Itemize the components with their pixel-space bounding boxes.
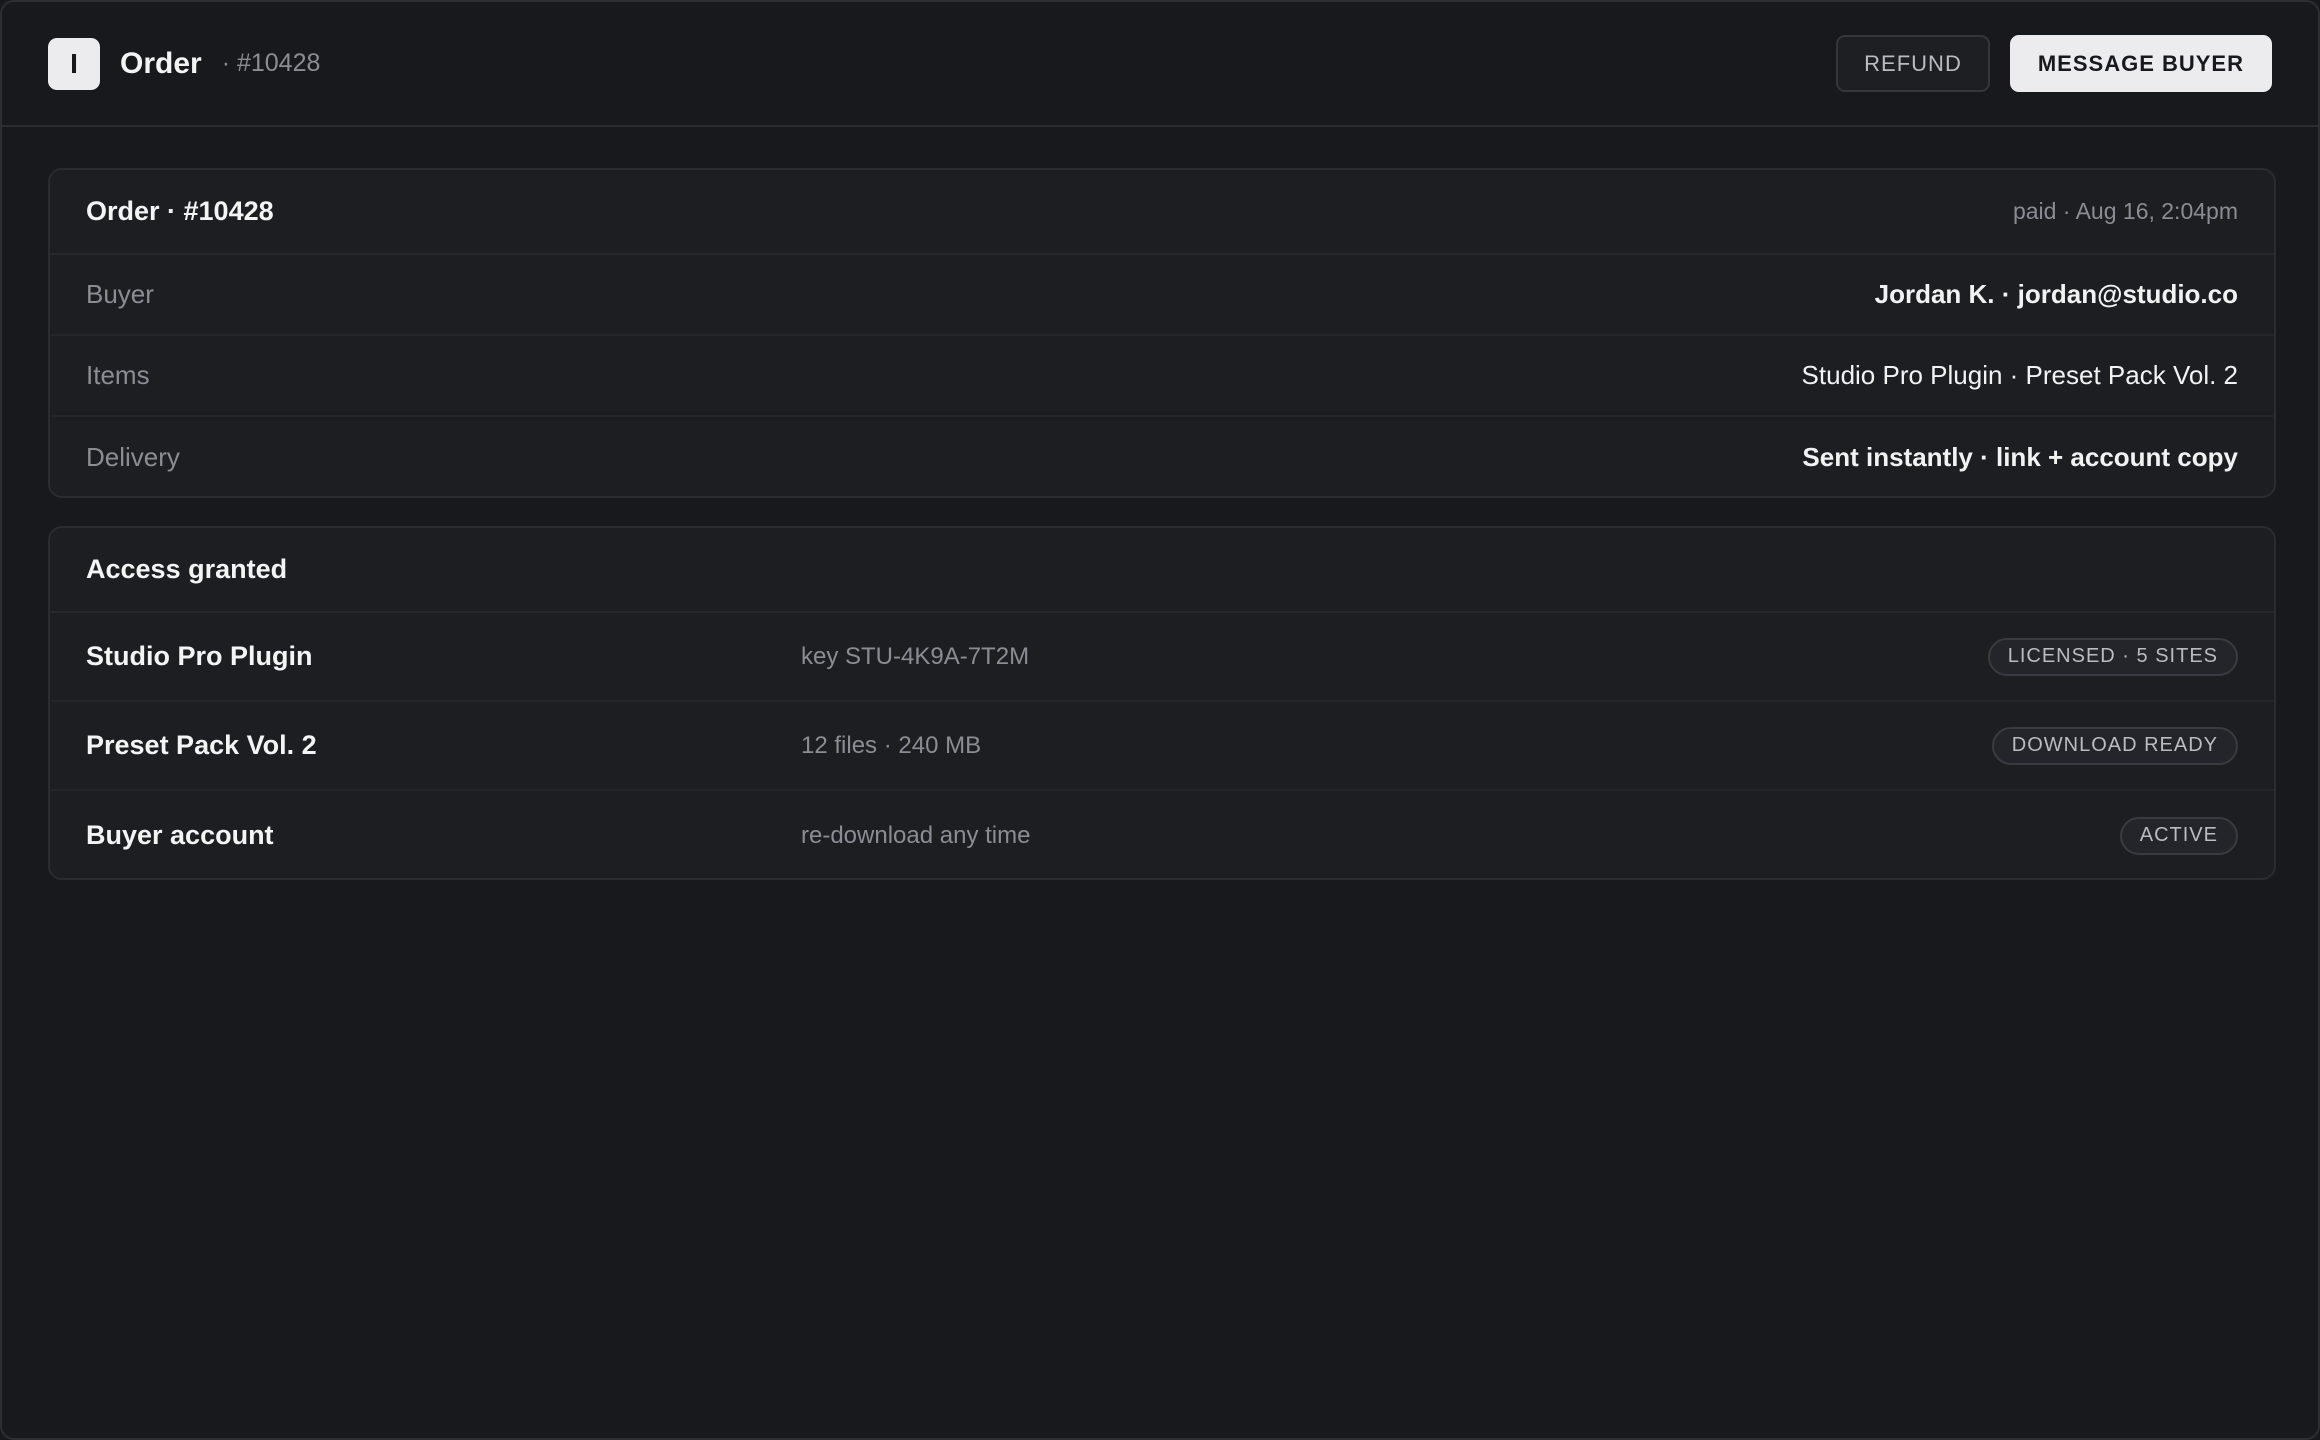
message-buyer-button[interactable]: MESSAGE BUYER [2009,35,2272,92]
items-value: Studio Pro Plugin · Preset Pack Vol. 2 [1801,360,2238,390]
file-info: 12 files · 240 MB [801,731,982,759]
access-card-title: Access granted [86,554,288,584]
access-granted-card: Access granted Studio Pro Plugin key STU… [48,526,2276,880]
access-item-name: Studio Pro Plugin [86,641,313,671]
top-bar: I Order · #10428 REFUND MESSAGE BUYER [2,2,2318,127]
delivery-row: Delivery Sent instantly · link + account… [50,417,2274,496]
page-title: Order [120,46,202,80]
order-card-header: Order · #10428 paid · Aug 16, 2:04pm [50,170,2274,255]
order-payment-status: paid · Aug 16, 2:04pm [2012,198,2238,224]
status-badge: DOWNLOAD READY [1991,726,2238,765]
license-key: key STU-4K9A-7T2M [801,642,1030,670]
buyer-row: Buyer Jordan K. · jordan@studio.co [50,255,2274,336]
items-row: Items Studio Pro Plugin · Preset Pack Vo… [50,336,2274,417]
items-label: Items [86,360,150,390]
logo-letter: I [70,47,78,79]
access-card-header: Access granted [50,528,2274,613]
delivery-value: Sent instantly · link + account copy [1802,442,2238,472]
delivery-label: Delivery [86,442,180,472]
order-id-breadcrumb: · #10428 [221,49,321,77]
access-row-plugin: Studio Pro Plugin key STU-4K9A-7T2M LICE… [50,613,2274,702]
access-item-name: Preset Pack Vol. 2 [86,730,317,760]
order-summary-card: Order · #10428 paid · Aug 16, 2:04pm Buy… [48,168,2276,498]
status-badge: LICENSED · 5 SITES [1987,637,2238,676]
account-info: re-download any time [801,821,1031,849]
app-window: I Order · #10428 REFUND MESSAGE BUYER Or… [0,0,2320,1440]
buyer-value: Jordan K. · jordan@studio.co [1874,279,2238,309]
refund-button[interactable]: REFUND [1836,35,1990,92]
access-row-preset-pack: Preset Pack Vol. 2 12 files · 240 MB DOW… [50,702,2274,791]
access-item-name: Buyer account [86,820,274,850]
order-card-title: Order · #10428 [86,196,274,226]
app-logo: I [48,37,100,90]
buyer-label: Buyer [86,279,154,309]
status-badge: ACTIVE [2119,816,2238,855]
access-row-buyer-account: Buyer account re-download any time ACTIV… [50,791,2274,878]
